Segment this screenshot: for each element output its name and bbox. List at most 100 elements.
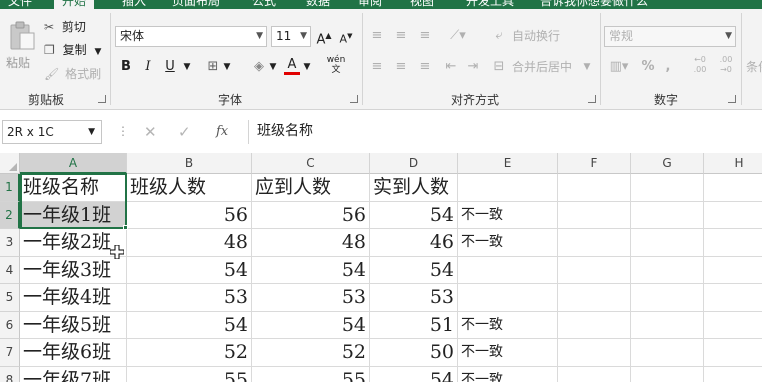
borders-icon[interactable]: ⊞ — [204, 57, 222, 77]
align-top-icon[interactable]: ≡ — [368, 26, 386, 46]
cell-e4[interactable] — [458, 256, 558, 284]
tab-developer[interactable]: 开发工具 — [466, 0, 514, 9]
cell-d5[interactable]: 53 — [370, 284, 458, 312]
cell-a2[interactable]: 一年级1班 — [20, 201, 127, 229]
cell-b7[interactable]: 52 — [127, 339, 252, 367]
cell-f7[interactable] — [558, 339, 631, 367]
alignment-launcher-icon[interactable] — [588, 95, 596, 103]
clipboard-launcher-icon[interactable] — [98, 95, 106, 103]
cell-b4[interactable]: 54 — [127, 256, 252, 284]
increase-font-icon[interactable]: A▲ — [316, 26, 332, 47]
cell-d4[interactable]: 54 — [370, 256, 458, 284]
italic-button[interactable]: I — [140, 57, 156, 77]
cell-c4[interactable]: 54 — [252, 256, 370, 284]
chevron-down-icon[interactable]: ▼ — [222, 57, 232, 77]
cell-h6[interactable] — [704, 312, 762, 339]
tab-view[interactable]: 视图 — [410, 0, 434, 9]
cell-d6[interactable]: 51 — [370, 311, 458, 339]
tab-home[interactable]: 开始 — [54, 0, 95, 9]
column-header-h[interactable]: H — [704, 153, 762, 174]
cell-g1[interactable] — [631, 174, 704, 202]
cell-f3[interactable] — [558, 229, 631, 257]
accounting-format-icon[interactable]: ▥▾ — [606, 57, 632, 77]
font-size-select[interactable]: 11 ▼ — [271, 26, 311, 47]
cell-a8[interactable]: 一年级7班 — [20, 366, 127, 382]
cell-c2[interactable]: 56 — [252, 201, 370, 229]
cell-a4[interactable]: 一年级3班 — [20, 256, 127, 284]
column-header-b[interactable]: B — [127, 153, 252, 174]
chevron-down-icon[interactable]: ▼ — [182, 57, 192, 77]
cell-d2[interactable]: 54 — [370, 201, 458, 229]
number-launcher-icon[interactable] — [728, 95, 736, 103]
chevron-down-icon[interactable]: ▼ — [582, 57, 592, 77]
underline-button[interactable]: U — [162, 57, 178, 77]
font-launcher-icon[interactable] — [350, 95, 358, 103]
tab-insert[interactable]: 插入 — [122, 0, 146, 9]
tell-me-search[interactable]: 告诉我你想要做什么 — [540, 0, 648, 9]
cell-g3[interactable] — [631, 229, 704, 257]
decrease-indent-icon[interactable]: ⇤ — [442, 57, 460, 77]
name-box[interactable]: 2R x 1C ▼ — [2, 120, 102, 144]
cell-f1[interactable] — [558, 174, 631, 202]
column-header-e[interactable]: E — [458, 153, 558, 174]
align-center-icon[interactable]: ≡ — [392, 57, 410, 77]
number-format-select[interactable]: 常规 ▼ — [604, 26, 736, 47]
fill-handle[interactable] — [123, 225, 128, 230]
cell-a6[interactable]: 一年级5班 — [20, 311, 127, 339]
decrease-decimal-icon[interactable]: .00 →0 — [716, 55, 736, 75]
column-header-c[interactable]: C — [252, 153, 370, 174]
cut-button[interactable]: ✂ 剪切 — [44, 17, 86, 37]
cell-e5[interactable] — [458, 284, 558, 312]
cell-b1[interactable]: 班级人数 — [127, 174, 252, 202]
align-middle-icon[interactable]: ≡ — [392, 26, 410, 46]
paste-icon[interactable] — [8, 21, 36, 51]
row-header-3[interactable]: 3 — [0, 229, 20, 257]
cell-a7[interactable]: 一年级6班 — [20, 339, 127, 367]
row-header-4[interactable]: 4 — [0, 256, 20, 284]
font-color-icon[interactable]: A — [284, 55, 300, 75]
cell-d7[interactable]: 50 — [370, 339, 458, 367]
orientation-icon[interactable]: ⟋▾ — [446, 26, 470, 46]
cell-e3[interactable]: 不一致 — [458, 229, 558, 257]
decrease-font-icon[interactable]: A▼ — [338, 26, 354, 46]
cell-e6[interactable]: 不一致 — [458, 311, 558, 339]
align-bottom-icon[interactable]: ≡ — [416, 26, 434, 46]
cell-h7[interactable] — [704, 339, 762, 367]
font-name-select[interactable]: 宋体 ▼ — [115, 26, 267, 47]
bold-button[interactable]: B — [118, 57, 134, 77]
cell-h3[interactable] — [704, 229, 762, 257]
cell-g8[interactable] — [631, 366, 704, 382]
column-header-g[interactable]: G — [631, 153, 704, 174]
row-header-7[interactable]: 7 — [0, 339, 20, 367]
paste-button[interactable]: 粘贴 — [6, 54, 30, 71]
align-right-icon[interactable]: ≡ — [416, 57, 434, 77]
cell-e7[interactable]: 不一致 — [458, 339, 558, 367]
cell-h2[interactable] — [704, 202, 762, 229]
chevron-down-icon[interactable]: ▼ — [268, 57, 278, 77]
cell-f4[interactable] — [558, 256, 631, 284]
column-header-d[interactable]: D — [370, 153, 458, 174]
cell-b3[interactable]: 48 — [127, 229, 252, 257]
cell-b6[interactable]: 54 — [127, 311, 252, 339]
cell-h5[interactable] — [704, 284, 762, 312]
chevron-down-icon[interactable]: ▼ — [302, 57, 312, 77]
row-header-8[interactable]: 8 — [0, 366, 20, 382]
cell-f5[interactable] — [558, 284, 631, 312]
cell-c1[interactable]: 应到人数 — [252, 174, 370, 202]
select-all-button[interactable] — [0, 153, 20, 174]
cell-d1[interactable]: 实到人数 — [370, 174, 458, 202]
cell-g6[interactable] — [631, 311, 704, 339]
cell-f8[interactable] — [558, 366, 631, 382]
row-header-5[interactable]: 5 — [0, 284, 20, 312]
cell-b8[interactable]: 55 — [127, 366, 252, 382]
cell-c3[interactable]: 48 — [252, 229, 370, 257]
cell-g5[interactable] — [631, 284, 704, 312]
row-header-6[interactable]: 6 — [0, 311, 20, 339]
cell-a1[interactable]: 班级名称 — [20, 174, 127, 202]
percent-style-button[interactable]: % — [640, 57, 656, 77]
cell-d8[interactable]: 54 — [370, 366, 458, 382]
align-left-icon[interactable]: ≡ — [368, 57, 386, 77]
column-header-f[interactable]: F — [558, 153, 631, 174]
increase-indent-icon[interactable]: ⇥ — [464, 57, 482, 77]
tab-review[interactable]: 审阅 — [358, 0, 382, 9]
